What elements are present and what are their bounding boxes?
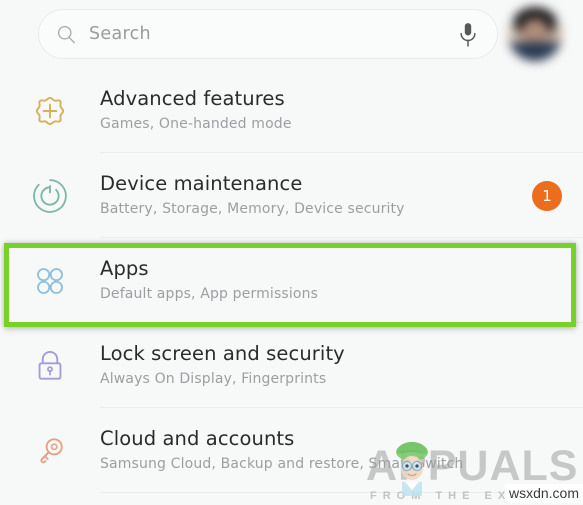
settings-row-device-maintenance[interactable]: Device maintenance Battery, Storage, Mem… <box>0 153 583 238</box>
advanced-features-texts: Advanced features Games, One-handed mode <box>100 87 583 132</box>
device-maintenance-texts: Device maintenance Battery, Storage, Mem… <box>100 172 583 217</box>
gear-plus-icon <box>35 96 65 125</box>
advanced-features-icon-wrap <box>0 91 100 131</box>
row-title: Apps <box>100 257 149 281</box>
padlock-icon <box>38 350 62 380</box>
apps-icon-wrap <box>0 261 100 301</box>
search-input[interactable]: Search <box>89 24 151 44</box>
row-subtitle: Always On Display, Fingerprints <box>100 370 327 387</box>
avatar[interactable] <box>508 7 562 61</box>
avatar-body <box>508 42 562 61</box>
refresh-circle-icon <box>33 178 67 213</box>
row-subtitle: Samsung Cloud, Backup and restore, Smart… <box>100 455 464 472</box>
row-divider <box>100 492 583 493</box>
device-maintenance-icon-wrap <box>0 176 100 216</box>
cloud-accounts-texts: Cloud and accounts Samsung Cloud, Backup… <box>100 427 583 472</box>
key-icon <box>40 437 63 463</box>
settings-row-advanced-features[interactable]: Advanced features Games, One-handed mode <box>0 68 583 153</box>
settings-row-apps[interactable]: Apps Default apps, App permissions <box>0 238 583 323</box>
row-divider <box>100 322 583 323</box>
row-title: Device maintenance <box>100 172 303 196</box>
row-title: Cloud and accounts <box>100 427 295 451</box>
row-subtitle: Games, One-handed mode <box>100 115 292 132</box>
search-icon <box>57 25 76 43</box>
lock-screen-icon-wrap <box>0 346 100 386</box>
status-badge: 1 <box>532 180 562 211</box>
row-title: Lock screen and security <box>100 342 345 366</box>
settings-row-lock-screen-and-security[interactable]: Lock screen and security Always On Displ… <box>0 323 583 408</box>
lock-screen-texts: Lock screen and security Always On Displ… <box>100 342 583 387</box>
settings-list: Advanced features Games, One-handed mode… <box>0 68 583 493</box>
row-subtitle: Default apps, App permissions <box>100 285 319 302</box>
search-header: Search <box>0 0 583 68</box>
apps-texts: Apps Default apps, App permissions <box>100 257 583 302</box>
microphone-icon[interactable] <box>457 22 479 48</box>
search-bar[interactable]: Search <box>38 9 498 59</box>
four-circles-icon <box>37 267 63 294</box>
row-title: Advanced features <box>100 87 285 111</box>
row-subtitle: Battery, Storage, Memory, Device securit… <box>100 200 405 217</box>
settings-row-cloud-and-accounts[interactable]: Cloud and accounts Samsung Cloud, Backup… <box>0 408 583 493</box>
cloud-accounts-icon-wrap <box>0 431 100 471</box>
